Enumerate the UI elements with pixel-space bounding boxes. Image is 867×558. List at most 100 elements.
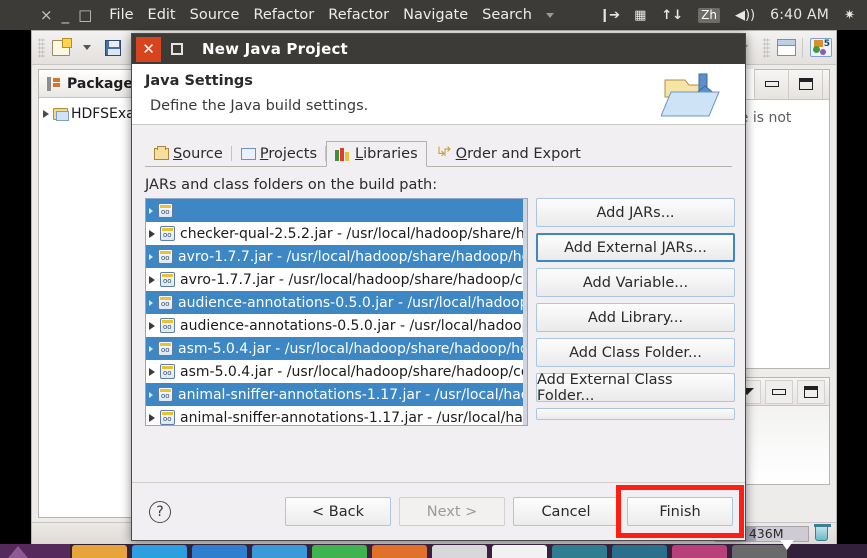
add-library-button[interactable]: Add Library... [536,303,735,332]
expand-triangle-icon[interactable] [149,275,155,284]
dialog-subheading: Define the Java build settings. [150,98,369,114]
power-gear-icon[interactable]: ✷ [844,8,855,23]
dock-item-browser[interactable] [132,545,187,558]
tab-order-and-export[interactable]: Order and Export [427,140,590,166]
back-button[interactable]: < Back [285,497,391,526]
menu-source[interactable]: Source [190,7,240,23]
minimize-view-button-2[interactable] [765,379,793,404]
finish-button[interactable]: Finish [627,497,733,526]
package-explorer-icon [47,76,61,91]
list-item-label: checker-qual-2.5.2.jar - /usr/local/hado… [180,225,528,242]
close-icon[interactable]: ✕ [136,36,161,62]
add-jars-button[interactable]: Add JARs... [536,198,735,227]
dock-item-writer[interactable] [192,545,247,558]
dock-item-amazon[interactable] [492,545,547,558]
dock-item-eclipse[interactable] [672,545,727,558]
list-item[interactable]: asm-5.0.4.jar - /usr/local/hadoop/share/… [146,337,527,360]
expand-triangle-icon[interactable] [149,345,153,352]
expand-triangle-icon[interactable] [149,413,155,422]
dock-item-settings[interactable] [432,545,487,558]
menu-refactor[interactable]: Refactor [253,7,314,23]
dock-item-software[interactable] [372,545,427,558]
jar-file-icon [158,295,173,310]
add-external-class-folder-button[interactable]: Add External Class Folder... [536,372,735,404]
expand-triangle-icon[interactable] [43,110,49,118]
dock-item-editor[interactable] [612,545,667,558]
open-perspective-button[interactable] [773,35,799,61]
projects-icon [240,147,256,160]
global-menu-bar: File Edit Source Refactor Refactor Navig… [109,7,554,23]
input-method-indicator[interactable]: Zh [698,7,720,23]
trash-icon[interactable] [814,524,831,541]
updown-arrows-icon[interactable]: ↑↓ [661,8,683,23]
list-item[interactable]: asm-5.0.4.jar - /usr/local/hadoop/share/… [146,360,527,383]
menu-search[interactable]: Search [482,7,532,23]
expand-triangle-icon[interactable] [149,253,153,260]
expand-triangle-icon[interactable] [149,367,155,376]
dock-item-calc[interactable] [252,545,307,558]
volume-icon[interactable]: ◀)) [735,8,755,23]
toolbar-grip-2[interactable] [763,37,770,58]
add-class-folder-button[interactable]: Add Class Folder... [536,338,735,367]
dock-item-trash[interactable] [732,545,787,558]
menu-file[interactable]: File [109,7,133,23]
dock-home-button[interactable] [0,544,70,558]
save-button[interactable] [100,35,126,61]
new-project-button[interactable] [48,35,74,61]
expand-triangle-icon[interactable] [149,391,153,398]
list-item[interactable]: audience-annotations-0.5.0.jar - /usr/lo… [146,314,527,337]
new-perspective-icon [776,39,796,56]
maximize-view-button-2[interactable] [797,379,825,404]
calendar-icon[interactable]: ▦ [634,8,646,23]
expand-triangle-icon[interactable] [149,229,155,238]
clock-label[interactable]: 6:40 AM [770,7,829,23]
system-indicators: ❙➔ ▦ ↑↓ Zh ◀)) 6:40 AM ✷ [599,7,867,23]
dock-item-impress[interactable] [312,545,367,558]
expand-triangle-icon[interactable] [149,299,153,306]
close-icon[interactable]: × [40,7,53,23]
help-button[interactable]: ? [149,500,171,523]
dialog-footer: ? < Back Next > Cancel Finish [132,482,745,540]
libraries-icon [335,147,351,161]
dock-item-files[interactable] [72,545,127,558]
maximize-icon[interactable]: □ [78,7,92,23]
expand-triangle-icon[interactable] [149,207,153,214]
toolbar-grip[interactable] [38,37,45,58]
java-perspective-button[interactable]: 5 [806,35,836,61]
build-path-list[interactable]: checker-qual-2.5.2.jar - /usr/local/hado… [145,198,528,426]
expand-triangle-icon[interactable] [149,321,155,330]
maximize-view-button[interactable] [789,69,823,99]
list-item[interactable]: animal-sniffer-annotations-1.17.jar - /u… [146,383,527,406]
list-item[interactable]: animal-sniffer-annotations-1.17.jar - /u… [146,406,527,425]
additional-action-button[interactable] [536,408,735,420]
minimize-icon[interactable]: _ [62,7,70,23]
menu-edit[interactable]: Edit [148,7,176,23]
next-button: Next > [399,497,505,526]
list-item[interactable]: audience-annotations-0.5.0.jar - /usr/lo… [146,291,527,314]
list-item[interactable]: checker-qual-2.5.2.jar - /usr/local/hado… [146,222,527,245]
cancel-button[interactable]: Cancel [513,497,619,526]
java-project-wizard-icon [661,73,720,117]
window-controls: × _ □ [40,7,92,23]
dock-item-terminal[interactable] [552,545,607,558]
menu-overflow-chevron-down-icon[interactable] [545,12,554,18]
add-variable-button[interactable]: Add Variable... [536,268,735,297]
menu-navigate[interactable]: Navigate [403,7,468,23]
chevron-down-icon [83,45,91,50]
dialog-title-bar[interactable]: ✕ New Java Project [132,34,745,64]
toolbar-separator [802,37,803,58]
add-external-jars-button[interactable]: Add External JARs... [536,233,735,262]
minimize-view-button[interactable] [755,69,789,99]
list-item[interactable] [146,199,527,222]
tab-libraries[interactable]: Libraries [326,141,427,167]
new-dropdown-button[interactable] [74,35,100,61]
list-item[interactable]: avro-1.7.7.jar - /usr/local/hadoop/share… [146,268,527,291]
list-item[interactable]: avro-1.7.7.jar - /usr/local/hadoop/share… [146,245,527,268]
list-scrollbar[interactable] [523,199,527,425]
minimize-icon [764,81,779,87]
network-icon[interactable]: ❙➔ [599,8,620,23]
menu-refactor-2[interactable]: Refactor [328,7,389,23]
maximize-icon[interactable] [166,38,188,60]
tab-projects[interactable]: Projects [232,140,327,166]
tab-source[interactable]: Source [145,140,232,166]
